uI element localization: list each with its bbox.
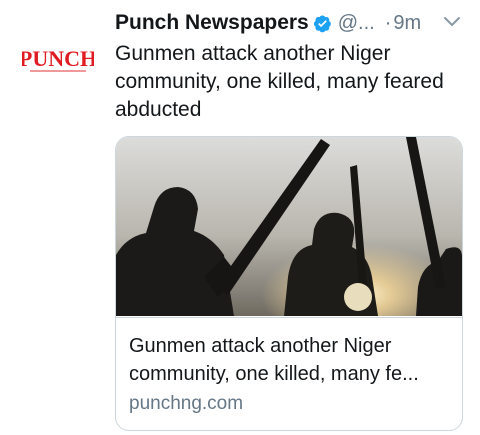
svg-text:PUNCH: PUNCH: [22, 46, 94, 71]
timestamp[interactable]: 9m: [393, 12, 421, 35]
chevron-down-icon[interactable]: [442, 12, 462, 32]
verified-badge-icon: [313, 14, 332, 33]
card-body: Gunmen attack another Niger community, o…: [116, 317, 462, 430]
tweet[interactable]: PUNCH Punch Newspapers @... · 9m Gunmen …: [0, 0, 480, 435]
tweet-header: Punch Newspapers @... · 9m: [115, 8, 466, 38]
display-name[interactable]: Punch Newspapers: [115, 11, 309, 35]
link-card[interactable]: Gunmen attack another Niger community, o…: [115, 136, 463, 431]
tweet-text: Gunmen attack another Niger community, o…: [115, 42, 444, 121]
card-domain[interactable]: punchng.com: [129, 393, 243, 415]
punch-logo: PUNCH: [22, 46, 94, 72]
separator-dot: ·: [384, 11, 392, 34]
avatar[interactable]: PUNCH: [22, 46, 94, 76]
card-image: [116, 137, 462, 316]
card-title[interactable]: Gunmen attack another Niger community, o…: [129, 332, 451, 388]
handle[interactable]: @...: [338, 12, 375, 35]
